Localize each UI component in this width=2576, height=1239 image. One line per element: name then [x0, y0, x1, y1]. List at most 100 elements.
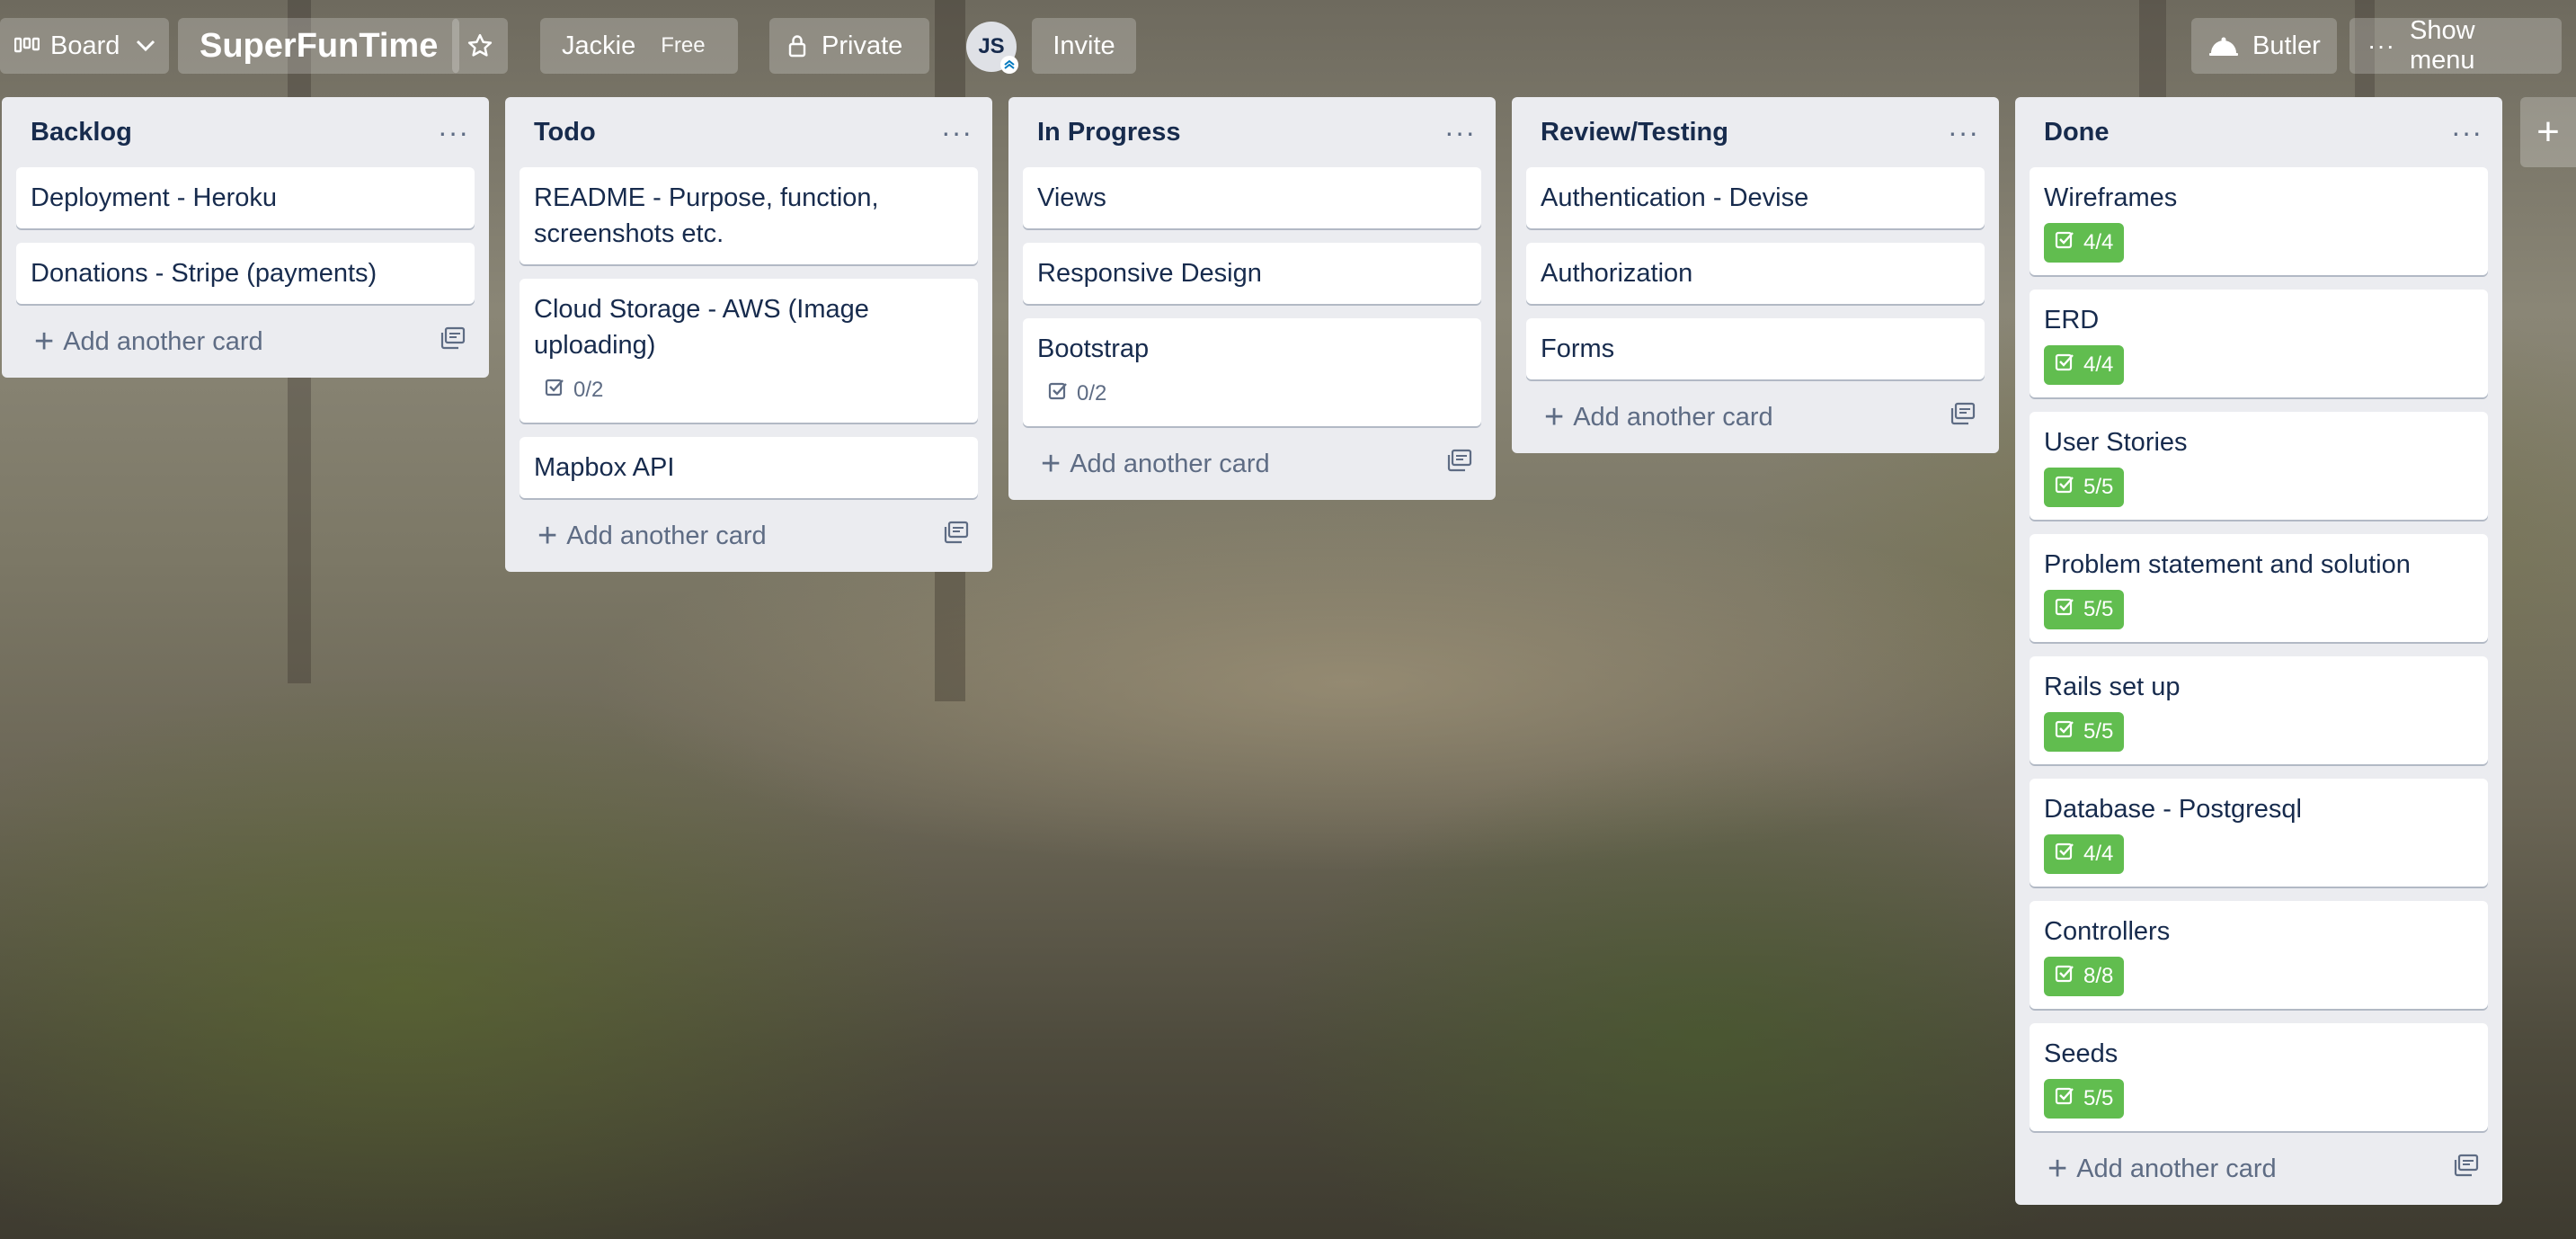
- card[interactable]: Wireframes 4/4: [2030, 167, 2488, 275]
- checklist-badge: 8/8: [2044, 957, 2125, 996]
- card-template-icon[interactable]: [944, 521, 969, 551]
- card[interactable]: Controllers 8/8: [2030, 901, 2488, 1009]
- card[interactable]: Responsive Design: [1023, 243, 1481, 304]
- add-card-button[interactable]: + Add another card: [1023, 435, 1481, 493]
- plus-icon: +: [1041, 445, 1061, 483]
- checklist-badge: 4/4: [2044, 223, 2125, 263]
- list-title[interactable]: Review/Testing: [1541, 118, 1728, 147]
- card[interactable]: ERD 4/4: [2030, 290, 2488, 397]
- card[interactable]: Forms: [1526, 318, 1985, 379]
- list-menu-icon[interactable]: ···: [1948, 118, 1979, 147]
- card-badges: 0/2: [534, 370, 964, 410]
- card[interactable]: User Stories 5/5: [2030, 412, 2488, 520]
- card[interactable]: Mapbox API: [520, 437, 978, 498]
- list-title[interactable]: Backlog: [31, 118, 132, 147]
- card[interactable]: Donations - Stripe (payments): [16, 243, 475, 304]
- team-button[interactable]: Jackie Free: [540, 18, 738, 74]
- card-title: Seeds: [2044, 1039, 2119, 1068]
- plus-icon: +: [537, 517, 558, 555]
- list-menu-icon[interactable]: ···: [1444, 118, 1476, 147]
- checklist-count: 4/4: [2083, 352, 2114, 377]
- card[interactable]: Cloud Storage - AWS (Image uploading) 0/2: [520, 279, 978, 423]
- plus-icon: +: [1544, 398, 1565, 436]
- checklist-badge: 5/5: [2044, 712, 2125, 752]
- card-title: Views: [1037, 183, 1106, 212]
- card-title: Mapbox API: [534, 453, 675, 482]
- card-title: Rails set up: [2044, 673, 2181, 701]
- board-view-label: Board: [50, 31, 120, 60]
- star-icon: [466, 32, 493, 59]
- plus-icon: +: [2047, 1150, 2068, 1188]
- checklist-icon: [2055, 964, 2083, 990]
- checklist-count: 0/2: [573, 378, 604, 402]
- add-card-label: Add another card: [1070, 449, 1270, 478]
- card-template-icon[interactable]: [2454, 1154, 2479, 1184]
- card[interactable]: Deployment - Heroku: [16, 167, 475, 228]
- list-todo[interactable]: Todo ··· README - Purpose, function, scree…: [505, 97, 992, 572]
- list-menu-icon[interactable]: ···: [2451, 118, 2483, 147]
- checklist-icon: [545, 378, 573, 404]
- card[interactable]: Rails set up 5/5: [2030, 656, 2488, 764]
- admin-chevron-icon: [1000, 56, 1018, 74]
- list-title[interactable]: Todo: [534, 118, 596, 147]
- member-avatar[interactable]: JS: [966, 22, 1018, 74]
- board-title[interactable]: SuperFunTime: [178, 18, 460, 74]
- show-menu-label: Show menu: [2409, 16, 2475, 75]
- card-title: Authorization: [1541, 259, 1693, 288]
- card-template-icon[interactable]: [440, 326, 466, 357]
- board-icon: [14, 37, 40, 55]
- list-title[interactable]: Done: [2044, 118, 2110, 147]
- list-header: Todo ···: [520, 97, 978, 167]
- visibility-button[interactable]: Private: [769, 18, 929, 74]
- board-view-switcher[interactable]: Board: [0, 18, 169, 74]
- card[interactable]: Authentication - Devise: [1526, 167, 1985, 228]
- list-review-testing[interactable]: Review/Testing ··· Authentication - Devise…: [1512, 97, 1999, 453]
- member-initials: JS: [978, 34, 1005, 58]
- show-menu-button[interactable]: ··· Show menu: [2349, 16, 2562, 75]
- checklist-icon: [2055, 597, 2083, 623]
- card-title: Authentication - Devise: [1541, 183, 1809, 212]
- card-title: Controllers: [2044, 917, 2171, 946]
- card[interactable]: Views: [1023, 167, 1481, 228]
- list-done[interactable]: Done ··· Wireframes 4/4 ERD 4/4 User Stories 5/…: [2015, 97, 2502, 1205]
- list-in-progress[interactable]: In Progress ··· Views Responsive Design Boot…: [1008, 97, 1496, 500]
- add-card-button[interactable]: + Add another card: [1526, 388, 1985, 446]
- card-template-icon[interactable]: [1950, 402, 1976, 432]
- card-title: Wireframes: [2044, 183, 2178, 212]
- checklist-icon: [2055, 842, 2083, 868]
- card[interactable]: README - Purpose, function, screenshots …: [520, 167, 978, 264]
- add-list-button[interactable]: +: [2520, 97, 2576, 167]
- list-menu-icon[interactable]: ···: [941, 118, 973, 147]
- card[interactable]: Problem statement and solution 5/5: [2030, 534, 2488, 642]
- card[interactable]: Authorization: [1526, 243, 1985, 304]
- card[interactable]: Database - Postgresql 4/4: [2030, 779, 2488, 887]
- checklist-icon: [2055, 1086, 2083, 1112]
- card-badges: 4/4: [2044, 345, 2474, 385]
- checklist-count: 5/5: [2083, 1086, 2114, 1110]
- card-title: ERD: [2044, 306, 2100, 334]
- star-button[interactable]: [452, 18, 508, 74]
- checklist-count: 4/4: [2083, 842, 2114, 866]
- list-header: Done ···: [2030, 97, 2488, 167]
- add-card-button[interactable]: + Add another card: [2030, 1140, 2488, 1198]
- butler-icon: [2207, 35, 2240, 57]
- checklist-icon: [2055, 475, 2083, 501]
- card-title: Responsive Design: [1037, 259, 1262, 288]
- card-badges: 5/5: [2044, 1079, 2474, 1119]
- list-title[interactable]: In Progress: [1037, 118, 1181, 147]
- add-card-button[interactable]: + Add another card: [520, 507, 978, 565]
- card-template-icon[interactable]: [1447, 449, 1472, 479]
- checklist-icon: [2055, 352, 2083, 379]
- list-header: In Progress ···: [1023, 97, 1481, 167]
- list-menu-icon[interactable]: ···: [438, 118, 469, 147]
- list-backlog[interactable]: Backlog ··· Deployment - Heroku Donations -…: [2, 97, 489, 378]
- card[interactable]: Seeds 5/5: [2030, 1023, 2488, 1131]
- board-header: Board SuperFunTime Jackie Free Private J…: [0, 0, 2576, 94]
- card-title: Deployment - Heroku: [31, 183, 277, 212]
- card[interactable]: Bootstrap 0/2: [1023, 318, 1481, 426]
- add-card-button[interactable]: + Add another card: [16, 313, 475, 370]
- invite-button[interactable]: Invite: [1032, 18, 1136, 74]
- butler-button[interactable]: Butler: [2191, 18, 2337, 74]
- add-card-label: Add another card: [2076, 1154, 2277, 1183]
- card-title: Forms: [1541, 334, 1615, 363]
